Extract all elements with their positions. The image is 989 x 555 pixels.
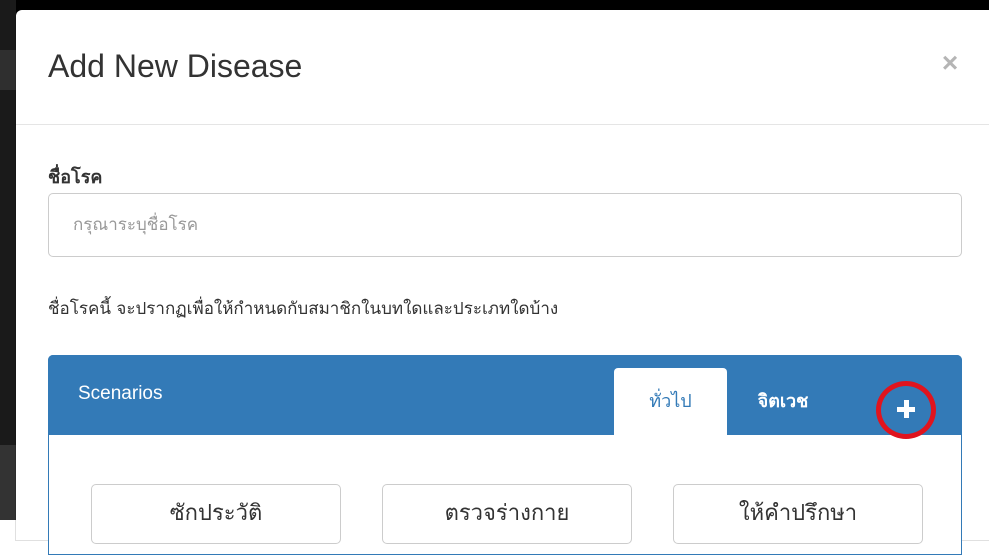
- disease-name-help-text: ชื่อโรคนี้ จะปรากฏเพื่อให้กำหนดกับสมาชิก…: [48, 299, 559, 319]
- backdrop-segment: [0, 50, 16, 90]
- add-tab-button[interactable]: [876, 381, 940, 441]
- scenarios-panel-heading: Scenarios ทั่วไป จิตเวช: [48, 355, 962, 439]
- modal-title: Add New Disease: [48, 48, 303, 84]
- counseling-button[interactable]: ให้คำปรึกษา: [673, 484, 923, 544]
- history-taking-button[interactable]: ซักประวัติ: [91, 484, 341, 544]
- backdrop-segment: [0, 445, 16, 520]
- backdrop-overlay-left: [0, 0, 16, 520]
- disease-name-input[interactable]: [48, 193, 962, 257]
- tab-psychiatric[interactable]: จิตเวช: [727, 368, 839, 435]
- add-disease-modal: Add New Disease × ชื่อโรค ชื่อโรคนี้ จะป…: [16, 10, 989, 555]
- scenarios-panel-title: Scenarios: [78, 383, 163, 404]
- close-icon: ×: [941, 47, 959, 78]
- close-button[interactable]: ×: [937, 47, 963, 78]
- tab-general[interactable]: ทั่วไป: [614, 368, 727, 435]
- modal-header: Add New Disease ×: [16, 10, 989, 125]
- disease-name-label: ชื่อโรค: [48, 167, 103, 188]
- scenarios-panel: Scenarios ทั่วไป จิตเวช ซักประวัติ ตรวจร…: [48, 355, 962, 555]
- physical-exam-button[interactable]: ตรวจร่างกาย: [382, 484, 632, 544]
- plus-icon: [895, 398, 917, 420]
